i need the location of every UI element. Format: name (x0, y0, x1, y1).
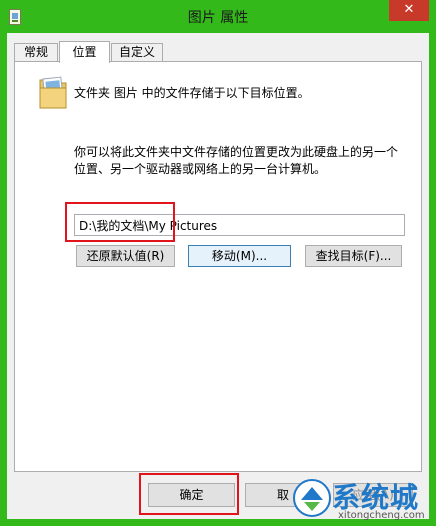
tab-general[interactable]: 常规 (14, 43, 58, 62)
pictures-folder-icon (39, 76, 67, 109)
tab-location[interactable]: 位置 (59, 41, 110, 63)
location-explanation: 你可以将此文件夹中文件存储的位置更改为此硬盘上的另一个 位置、另一个驱动器或网络… (74, 144, 414, 178)
folder-description: 文件夹 图片 中的文件存储于以下目标位置。 (74, 86, 310, 100)
window-title: 图片 属性 (187, 10, 249, 26)
restore-default-button[interactable]: 还原默认值(R) (76, 245, 175, 267)
explanation-line-1: 你可以将此文件夹中文件存储的位置更改为此硬盘上的另一个 (74, 145, 399, 159)
explanation-line-2: 位置、另一个驱动器或网络上的另一台计算机。 (74, 162, 327, 176)
watermark: 系统城 xitongcheng.com (292, 474, 436, 526)
title-bar: 图片 属性 ✕ (0, 0, 436, 33)
folder-path-input[interactable] (74, 214, 405, 236)
watermark-logo-icon (293, 479, 331, 517)
move-button[interactable]: 移动(M)... (188, 245, 291, 267)
tab-customize[interactable]: 自定义 (111, 43, 163, 62)
watermark-url: xitongcheng.com (338, 510, 425, 521)
dialog-client-area: 常规 位置 自定义 文件夹 图片 中的文件存储于以下目标位置。 你可以将此文件夹… (7, 33, 429, 519)
find-target-button[interactable]: 查找目标(F)... (305, 245, 402, 267)
ok-button[interactable]: 确定 (148, 483, 235, 507)
close-button[interactable]: ✕ (389, 0, 429, 21)
location-panel: 文件夹 图片 中的文件存储于以下目标位置。 你可以将此文件夹中文件存储的位置更改… (14, 61, 422, 472)
